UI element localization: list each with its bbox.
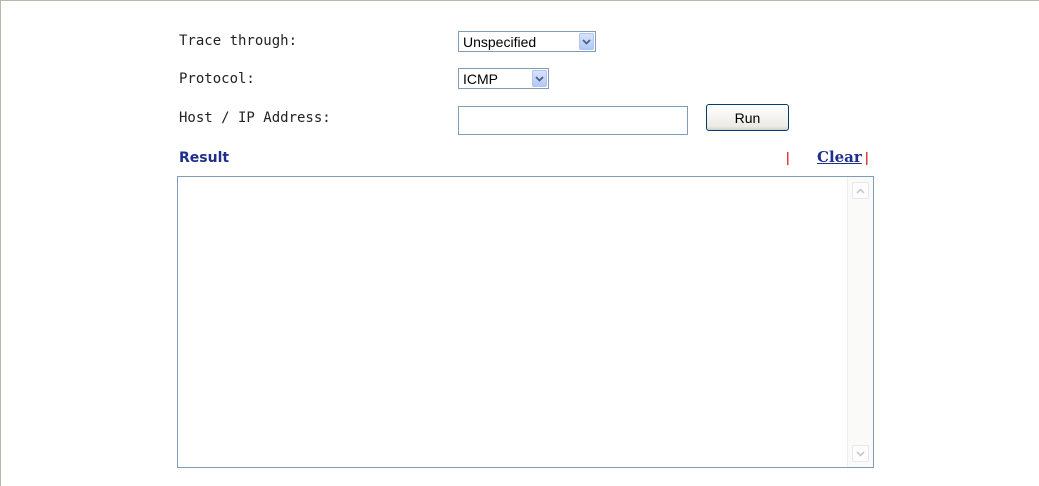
separator: |	[786, 149, 790, 165]
chevron-down-icon[interactable]	[579, 33, 594, 50]
host-ip-input[interactable]	[458, 106, 688, 135]
protocol-value: ICMP	[463, 70, 498, 87]
chevron-down-icon[interactable]	[532, 70, 547, 87]
arrow-down-icon[interactable]	[852, 445, 869, 462]
vertical-scrollbar[interactable]	[847, 177, 873, 467]
run-button[interactable]: Run	[706, 104, 789, 131]
host-ip-label: Host / IP Address:	[179, 110, 331, 126]
result-title: Result	[179, 150, 230, 166]
clear-link[interactable]: Clear	[817, 148, 862, 166]
arrow-up-icon[interactable]	[852, 182, 869, 199]
result-textarea[interactable]	[177, 176, 874, 468]
separator: |	[865, 149, 869, 165]
protocol-label: Protocol:	[179, 71, 255, 87]
protocol-select[interactable]: ICMP	[458, 68, 549, 89]
trace-through-label: Trace through:	[179, 33, 298, 49]
trace-through-value: Unspecified	[463, 33, 537, 50]
trace-through-select[interactable]: Unspecified	[458, 31, 596, 52]
